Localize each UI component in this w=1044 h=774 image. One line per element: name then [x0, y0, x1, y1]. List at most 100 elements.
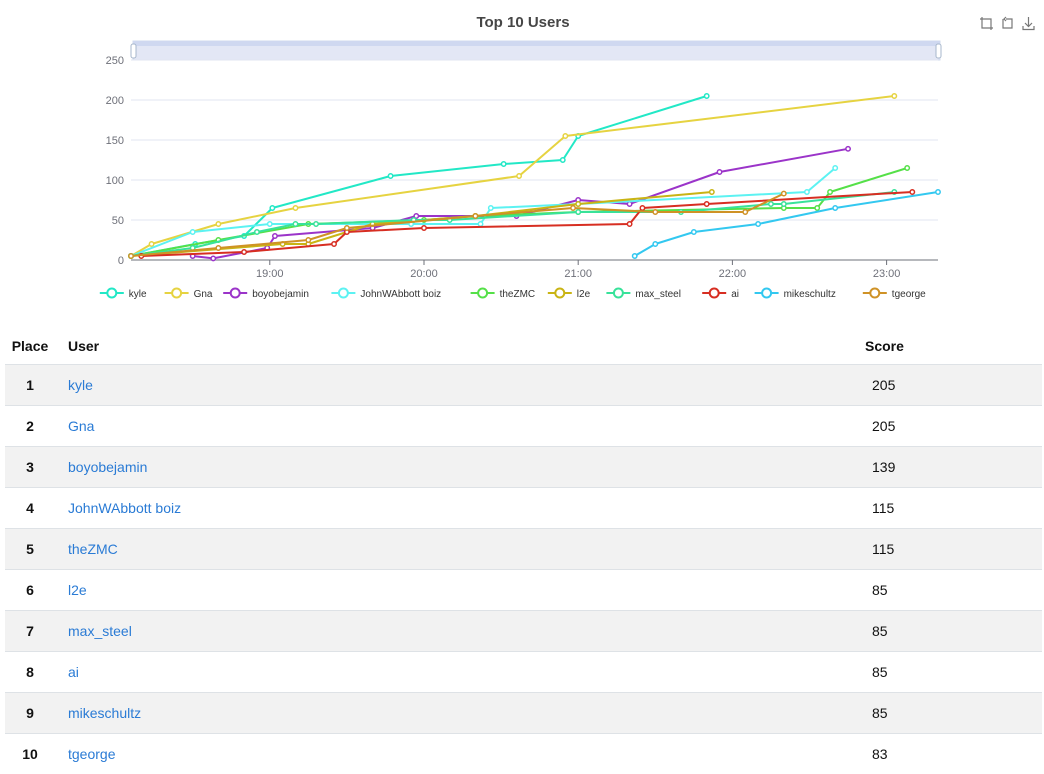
- data-point: [306, 238, 310, 242]
- user-cell: Gna: [55, 406, 810, 447]
- legend-marker-dot: [339, 289, 348, 298]
- data-point: [640, 206, 644, 210]
- data-point: [743, 210, 747, 214]
- series-line-gna: [131, 96, 894, 256]
- user-cell: ai: [55, 652, 810, 693]
- user-link[interactable]: tgeorge: [68, 746, 115, 762]
- data-point: [211, 256, 215, 260]
- user-link[interactable]: kyle: [68, 377, 93, 393]
- table-row: 9mikeschultz85: [5, 693, 1042, 734]
- table-row: 5theZMC115: [5, 529, 1042, 570]
- data-point: [756, 222, 760, 226]
- legend-item-label[interactable]: kyle: [129, 289, 147, 300]
- data-point: [268, 222, 272, 226]
- user-link[interactable]: ai: [68, 664, 79, 680]
- data-point: [149, 242, 153, 246]
- place-cell: 6: [5, 570, 55, 611]
- data-point: [314, 222, 318, 226]
- y-tick-label: 0: [118, 255, 124, 267]
- data-point: [782, 202, 786, 206]
- download-icon[interactable]: [1021, 16, 1036, 31]
- chart-title: Top 10 Users: [476, 14, 569, 31]
- legend-item-label[interactable]: mikeschultz: [784, 289, 836, 300]
- place-cell: 5: [5, 529, 55, 570]
- data-point: [936, 190, 940, 194]
- legend-marker-dot: [231, 289, 240, 298]
- legend-item-label[interactable]: JohnWAbbott boiz: [360, 289, 441, 300]
- data-point: [905, 166, 909, 170]
- x-tick-label: 20:00: [410, 268, 438, 280]
- score-cell: 139: [810, 447, 1042, 488]
- table-row: 10tgeorge83: [5, 734, 1042, 774]
- zoom-reset-icon[interactable]: [1000, 16, 1015, 31]
- zoom-handle-left[interactable]: [131, 44, 136, 58]
- data-point: [293, 222, 297, 226]
- user-link[interactable]: mikeschultz: [68, 705, 141, 721]
- legend-item-label[interactable]: l2e: [577, 289, 591, 300]
- table-row: 6 l2e 85: [5, 570, 1042, 611]
- table-row: 4JohnWAbbott boiz115: [5, 488, 1042, 529]
- legend-item-label[interactable]: boyobejamin: [252, 289, 309, 300]
- data-point: [805, 190, 809, 194]
- legend-item-label[interactable]: tgeorge: [892, 289, 926, 300]
- table-row: 8ai85: [5, 652, 1042, 693]
- data-point: [846, 147, 850, 151]
- line-chart[interactable]: Top 10 Users05010015020025019:0020:0021:…: [0, 0, 1044, 315]
- legend-marker-dot: [870, 289, 879, 298]
- user-link[interactable]: boyobejamin: [68, 459, 147, 475]
- data-point: [717, 170, 721, 174]
- data-point: [563, 134, 567, 138]
- user-link[interactable]: Gna: [68, 418, 94, 434]
- y-tick-label: 50: [112, 215, 124, 227]
- score-cell: 85: [810, 693, 1042, 734]
- place-cell: 4: [5, 488, 55, 529]
- table-row: 3boyobejamin139: [5, 447, 1042, 488]
- data-point: [828, 190, 832, 194]
- data-point: [216, 246, 220, 250]
- data-point: [692, 230, 696, 234]
- legend-item-label[interactable]: theZMC: [500, 289, 536, 300]
- user-cell: boyobejamin: [55, 447, 810, 488]
- table-row: 7max_steel85: [5, 611, 1042, 652]
- data-point: [710, 190, 714, 194]
- user-cell: max_steel: [55, 611, 810, 652]
- data-point: [782, 191, 786, 195]
- data-point: [216, 222, 220, 226]
- legend-item-label[interactable]: max_steel: [635, 289, 681, 300]
- score-cell: 85: [810, 570, 1042, 611]
- legend-item-label[interactable]: ai: [731, 289, 739, 300]
- data-point: [833, 206, 837, 210]
- x-tick-label: 22:00: [719, 268, 747, 280]
- data-point: [769, 202, 773, 206]
- user-link[interactable]: JohnWAbbott boiz: [68, 500, 181, 516]
- data-point: [627, 222, 631, 226]
- x-tick-label: 19:00: [256, 268, 284, 280]
- zoom-icon[interactable]: [979, 16, 994, 31]
- data-point: [190, 230, 194, 234]
- data-point: [332, 242, 336, 246]
- score-cell: 205: [810, 406, 1042, 447]
- user-link[interactable]: theZMC: [68, 541, 118, 557]
- place-cell: 7: [5, 611, 55, 652]
- chart-toolbox: [979, 16, 1036, 31]
- legend-marker-dot: [710, 289, 719, 298]
- y-tick-label: 100: [106, 175, 124, 187]
- data-point: [910, 190, 914, 194]
- data-point: [517, 174, 521, 178]
- data-point: [501, 162, 505, 166]
- user-link[interactable]: l2e: [68, 582, 87, 598]
- legend-item-label[interactable]: Gna: [194, 289, 213, 300]
- score-cell: 85: [810, 652, 1042, 693]
- user-link[interactable]: max_steel: [68, 623, 132, 639]
- data-point: [633, 254, 637, 258]
- place-cell: 2: [5, 406, 55, 447]
- data-point: [571, 206, 575, 210]
- data-point: [653, 242, 657, 246]
- table-row: 2 Gna 205: [5, 406, 1042, 447]
- zoom-handle-right[interactable]: [936, 44, 941, 58]
- table-header-row: Place User Score: [5, 327, 1042, 365]
- data-point: [255, 230, 259, 234]
- legend-marker-dot: [478, 289, 487, 298]
- data-point: [576, 202, 580, 206]
- user-cell: theZMC: [55, 529, 810, 570]
